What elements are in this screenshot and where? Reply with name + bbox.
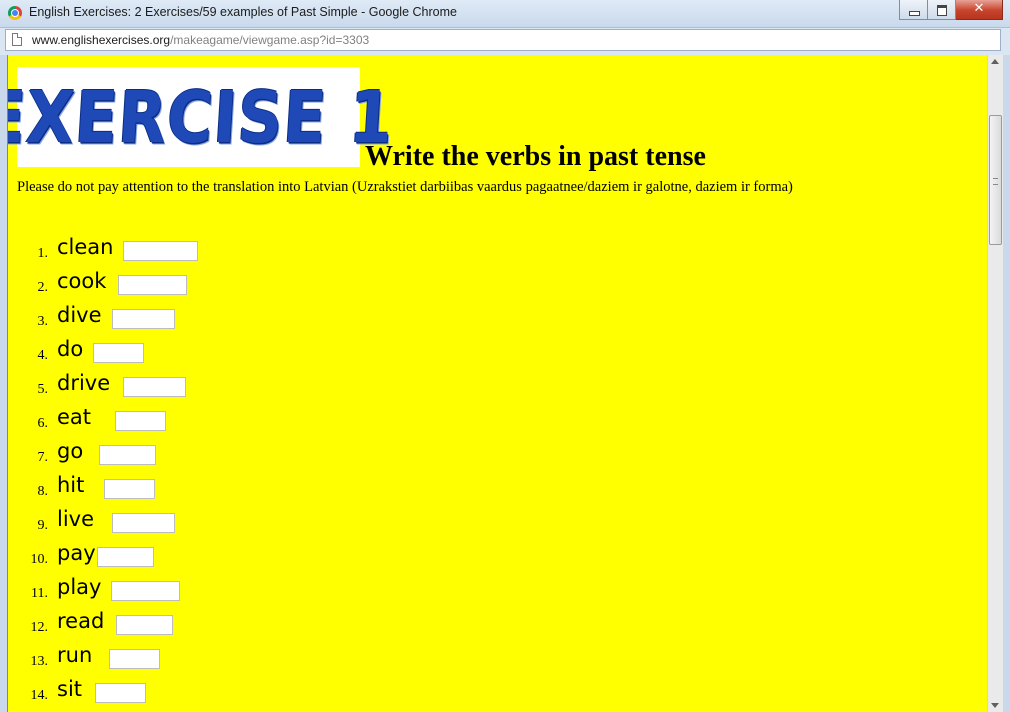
exercise-item: 5. drive [8,371,308,401]
exercise-number: 9. [37,518,49,533]
exercise-verb: pay [57,541,96,565]
scroll-up-arrow-icon[interactable] [991,59,999,64]
answer-input[interactable] [99,445,156,465]
scrollbar-thumb[interactable] [989,115,1002,245]
close-button[interactable]: ✕ [956,0,1003,20]
page-content: EXERCISE 1 Write the verbs in past tense… [7,55,988,712]
exercise-verb: go [57,439,84,463]
exercise-item: 11. play [8,575,308,605]
exercise-item: 2. cook [8,269,308,299]
exercise-verb: run [57,643,93,667]
exercise-verb: play [57,575,102,599]
answer-input[interactable] [111,581,180,601]
exercise-number: 10. [30,552,49,567]
exercise-number: 4. [37,348,49,363]
answer-input[interactable] [112,309,175,329]
exercise-item: 6. eat [8,405,308,435]
answer-input[interactable] [104,479,155,499]
exercise-verb: sit [57,677,83,701]
exercise-number: 7. [37,450,49,465]
url-host: www.englishexercises.org [32,33,171,47]
exercise-item: 12. read [8,609,308,639]
page-icon [12,33,22,46]
exercise-item: 9. live [8,507,308,537]
exercise-number: 13. [30,654,49,669]
exercise-item: 10. pay [8,541,308,571]
exercise-number: 12. [30,620,49,635]
maximize-button[interactable] [928,0,956,20]
exercise-verb: read [57,609,105,633]
exercise-item: 3. dive [8,303,308,333]
exercise-item: 14. sit [8,677,308,707]
banner-text: EXERCISE 1 [7,75,397,159]
answer-input[interactable] [97,547,154,567]
exercise-item: 4. do [8,337,308,367]
url-text[interactable]: www.englishexercises.org/makeagame/viewg… [32,33,369,47]
exercise-verb: cook [57,269,107,293]
exercise-item: 13. run [8,643,308,673]
exercise-banner-image: EXERCISE 1 [8,67,396,167]
exercise-number: 11. [31,586,48,601]
answer-input[interactable] [116,615,173,635]
window-frame-right [1003,55,1010,712]
answer-input[interactable] [112,513,175,533]
window-controls: ✕ [899,0,1003,20]
answer-input[interactable] [123,377,186,397]
exercise-item: 1. clean [8,235,308,265]
instructions-text: Please do not pay attention to the trans… [17,179,793,195]
address-bar[interactable]: www.englishexercises.org/makeagame/viewg… [5,29,1001,51]
exercise-number: 3. [37,314,49,329]
exercise-verb: hit [57,473,85,497]
window-frame-left [0,55,7,712]
exercise-item: 8. hit [8,473,308,503]
exercise-number: 6. [37,416,49,431]
answer-input[interactable] [109,649,160,669]
exercise-number: 2. [37,280,49,295]
chrome-logo-icon [8,6,22,20]
exercise-number: 14. [30,688,49,703]
exercise-verb: do [57,337,84,361]
window-title: English Exercises: 2 Exercises/59 exampl… [29,5,457,19]
exercise-number: 8. [37,484,49,499]
exercise-item: 7. go [8,439,308,469]
exercise-number: 5. [37,382,49,397]
vertical-scrollbar[interactable] [987,55,1003,712]
answer-input[interactable] [123,241,198,261]
scroll-down-arrow-icon[interactable] [991,703,999,708]
exercise-verb: live [57,507,95,531]
exercise-verb: clean [57,235,114,259]
url-path: /makeagame/viewgame.asp?id=3303 [170,33,370,47]
answer-input[interactable] [115,411,166,431]
exercise-verb: eat [57,405,92,429]
answer-input[interactable] [118,275,187,295]
window-titlebar: English Exercises: 2 Exercises/59 exampl… [0,0,1010,28]
answer-input[interactable] [93,343,144,363]
answer-input[interactable] [95,683,146,703]
minimize-button[interactable] [899,0,928,20]
exercise-verb: dive [57,303,102,327]
exercise-number: 1. [37,246,49,261]
page-heading: Write the verbs in past tense [365,141,706,172]
exercise-verb: drive [57,371,111,395]
